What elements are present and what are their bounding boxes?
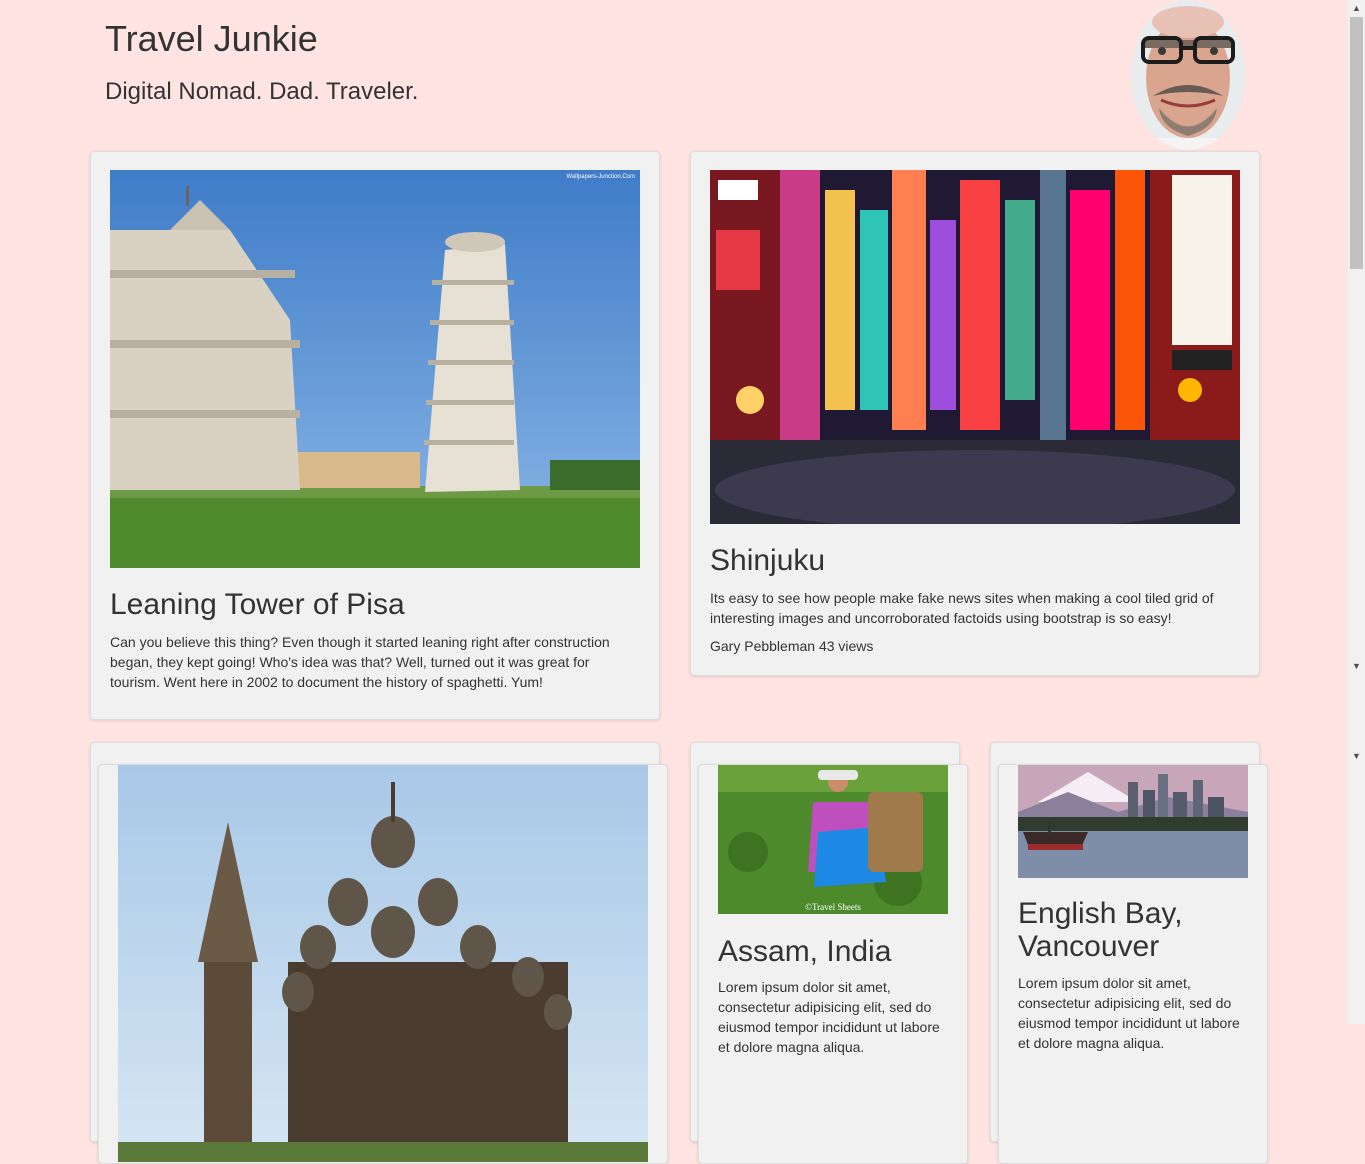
card-text: Can you believe this thing? Even though …	[110, 634, 610, 690]
card-meta: Gary Pebbleman 43 views	[710, 638, 873, 654]
card-title[interactable]: Leaning Tower of Pisa	[110, 588, 405, 621]
church-image	[118, 765, 648, 1162]
card-title[interactable]: Assam, India	[718, 935, 891, 968]
image-watermark: ©Travel Sheets	[805, 902, 861, 912]
profile-photo-icon	[1131, 0, 1245, 150]
card-text: Lorem ipsum dolor sit amet, consectetur …	[718, 979, 940, 1055]
site-tagline: Digital Nomad. Dad. Traveler.	[105, 78, 419, 105]
card-text: Lorem ipsum dolor sit amet, consectetur …	[1018, 975, 1240, 1051]
english-bay-image	[1018, 765, 1248, 878]
card-assam[interactable]: ©Travel Sheets Assam, India Lorem ipsum …	[698, 764, 968, 1164]
shinjuku-image	[710, 170, 1240, 524]
scroll-down-arrow-icon[interactable]: ▼	[1348, 658, 1365, 675]
site-title: Travel Junkie	[105, 18, 318, 59]
image-watermark: Wallpapers-Junction.Com	[567, 174, 635, 180]
card-title[interactable]: English Bay, Vancouver	[1018, 897, 1258, 963]
card-text: Its easy to see how people make fake new…	[710, 590, 1214, 626]
scroll-down-arrow-icon[interactable]: ▼	[1348, 748, 1365, 765]
assam-image: ©Travel Sheets	[718, 765, 948, 914]
scroll-thumb[interactable]	[1350, 17, 1363, 269]
card-english-bay[interactable]: English Bay, Vancouver Lorem ipsum dolor…	[998, 764, 1268, 1164]
card-title[interactable]: Shinjuku	[710, 544, 825, 577]
card-kizhi[interactable]	[98, 764, 668, 1164]
card-pisa[interactable]: Wallpapers-Junction.Com Leaning Tower of…	[90, 151, 660, 720]
avatar	[1131, 0, 1245, 150]
card-shinjuku[interactable]: Shinjuku Its easy to see how people make…	[690, 151, 1260, 676]
scroll-up-arrow-icon[interactable]: ▲	[1348, 0, 1365, 17]
author-name[interactable]: Gary Pebbleman	[710, 638, 815, 654]
pisa-image: Wallpapers-Junction.Com	[110, 170, 640, 568]
view-count: 43 views	[818, 638, 874, 654]
page-scrollbar[interactable]: ▲ ▼ ▼	[1348, 0, 1365, 1024]
